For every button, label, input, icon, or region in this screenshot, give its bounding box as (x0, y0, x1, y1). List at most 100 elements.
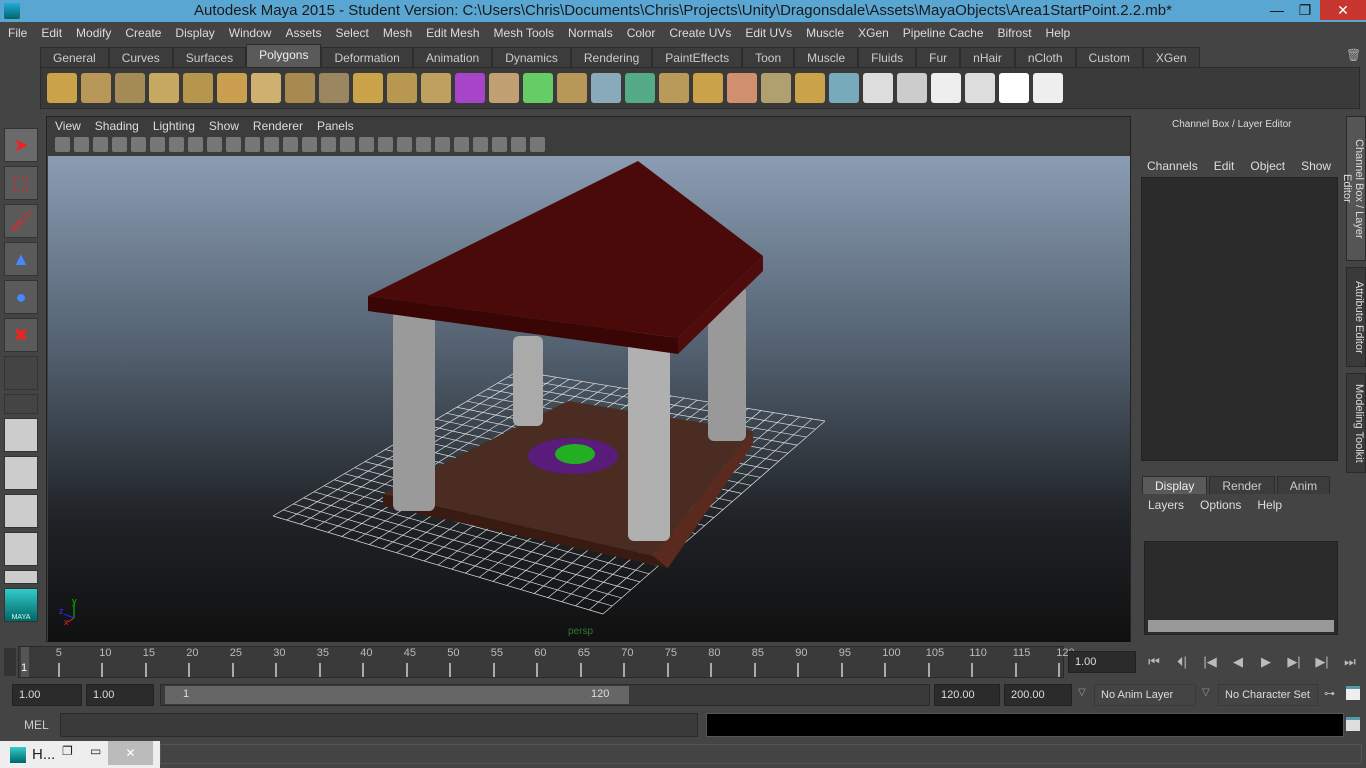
cylindrical-uv-icon[interactable] (897, 73, 927, 103)
motion-blur-icon[interactable] (435, 137, 450, 152)
minimized-window[interactable]: H... ❐ ▭ ✕ (0, 741, 160, 768)
pipe-icon[interactable] (285, 73, 315, 103)
menu-mesh[interactable]: Mesh (383, 26, 412, 40)
hypershade-layout-icon[interactable] (4, 570, 38, 584)
maya-app-icon[interactable] (4, 3, 20, 19)
wireframe-icon[interactable] (302, 137, 317, 152)
uv-checker-icon[interactable] (1033, 73, 1063, 103)
shelf-tab-fur[interactable]: Fur (916, 47, 961, 67)
shelf-tab-muscle[interactable]: Muscle (794, 47, 859, 67)
lights-icon[interactable] (378, 137, 393, 152)
go-to-end-button[interactable]: ⏭ (1340, 654, 1360, 670)
soccer-ball-icon[interactable] (319, 73, 349, 103)
menu-display[interactable]: Display (175, 26, 214, 40)
play-backwards-button[interactable]: ◀ (1228, 654, 1248, 670)
xray-joints-icon[interactable] (511, 137, 526, 152)
menu-assets[interactable]: Assets (285, 26, 321, 40)
time-slider[interactable]: 1 5 10 15 20 25 30 35 40 45 50 55 60 65 70 75 80 85 90 95 1… (18, 646, 1075, 678)
character-set-dropdown-icon[interactable]: ▽ (1202, 687, 1210, 698)
viewport-menu-panels[interactable]: Panels (317, 119, 354, 133)
shelf-tab-dynamics[interactable]: Dynamics (492, 47, 571, 67)
textured-icon[interactable] (359, 137, 374, 152)
safe-title-icon[interactable] (283, 137, 298, 152)
camera-icon[interactable] (55, 137, 70, 152)
smooth-shade-icon[interactable] (321, 137, 336, 152)
menu-edit-mesh[interactable]: Edit Mesh (426, 26, 479, 40)
channel-box-menu-show[interactable]: Show (1301, 159, 1331, 173)
step-forward-frame-button[interactable]: ▶| (1312, 654, 1332, 670)
plane-icon[interactable] (183, 73, 213, 103)
layer-tab-anim[interactable]: Anim (1276, 476, 1331, 494)
fill-hole-icon[interactable] (659, 73, 689, 103)
layer-menu-help[interactable]: Help (1257, 498, 1282, 512)
layer-menu-layers[interactable]: Layers (1148, 498, 1184, 512)
grease-pencil-icon[interactable] (131, 137, 146, 152)
animation-preferences-icon[interactable] (1346, 686, 1360, 700)
gate-mask-icon[interactable] (226, 137, 241, 152)
wireframe-on-shaded-icon[interactable] (340, 137, 355, 152)
anti-aliasing-icon[interactable] (454, 137, 469, 152)
current-time-field[interactable]: 1.00 (1068, 651, 1136, 673)
grid-icon[interactable] (169, 137, 184, 152)
side-tab-2[interactable]: Modeling Toolkit (1346, 373, 1366, 473)
four-view-layout-icon[interactable] (4, 456, 38, 490)
bridge-icon[interactable] (591, 73, 621, 103)
film-gate-icon[interactable] (188, 137, 203, 152)
channel-box-menu-object[interactable]: Object (1250, 159, 1285, 173)
start-time-field[interactable]: 1.00 (12, 684, 82, 706)
shelf-tab-deformation[interactable]: Deformation (321, 47, 413, 67)
safe-action-icon[interactable] (264, 137, 279, 152)
bevel-icon[interactable] (727, 73, 757, 103)
extract-icon[interactable] (421, 73, 451, 103)
append-polygon-icon[interactable] (625, 73, 655, 103)
3d-viewport[interactable]: y z x persp (48, 156, 1130, 642)
shelf-tab-custom[interactable]: Custom (1075, 47, 1143, 67)
close-window-button[interactable]: ✕ (108, 741, 153, 765)
smooth-proxy-icon[interactable] (455, 73, 485, 103)
shelf-tab-rendering[interactable]: Rendering (570, 47, 653, 67)
isolate-select-icon[interactable] (492, 137, 507, 152)
single-view-layout-icon[interactable] (4, 418, 38, 452)
shelf-tab-toon[interactable]: Toon (742, 47, 795, 67)
menu-muscle[interactable]: Muscle (806, 26, 844, 40)
rotate-tool-icon[interactable]: ● (4, 280, 38, 314)
outliner-layout-icon[interactable] (4, 494, 38, 528)
separate-icon[interactable] (387, 73, 417, 103)
maximize-window-button[interactable]: ▭ (90, 744, 101, 758)
menu-normals[interactable]: Normals (568, 26, 613, 40)
range-slider-bar[interactable] (165, 686, 629, 704)
viewport-menu-lighting[interactable]: Lighting (153, 119, 195, 133)
lasso-tool-icon[interactable]: ⬚ (4, 166, 38, 200)
minimize-button[interactable]: — (1262, 0, 1292, 20)
menu-pipeline-cache[interactable]: Pipeline Cache (903, 26, 984, 40)
playback-end-field[interactable]: 120.00 (934, 684, 1000, 706)
menu-mesh-tools[interactable]: Mesh Tools (494, 26, 554, 40)
anim-layer-dropdown-icon[interactable]: ▽ (1078, 687, 1086, 698)
menu-file[interactable]: File (8, 26, 27, 40)
xray-icon[interactable] (473, 137, 488, 152)
spherical-uv-icon[interactable] (931, 73, 961, 103)
menu-edit[interactable]: Edit (41, 26, 62, 40)
image-plane-icon[interactable] (112, 137, 127, 152)
character-set-field[interactable]: No Character Set (1218, 684, 1318, 706)
range-slider[interactable]: 1 120 (160, 684, 930, 706)
menu-xgen[interactable]: XGen (858, 26, 889, 40)
merge-icon[interactable] (693, 73, 723, 103)
cube-icon[interactable] (81, 73, 111, 103)
viewport-menu-view[interactable]: View (55, 119, 81, 133)
torus-icon[interactable] (217, 73, 247, 103)
close-button[interactable]: ✕ (1320, 0, 1366, 20)
bookmarks-icon[interactable] (93, 137, 108, 152)
move-tool-icon[interactable]: ▲ (4, 242, 38, 276)
side-tab-0[interactable]: Channel Box / Layer Editor (1341, 116, 1366, 261)
menu-select[interactable]: Select (335, 26, 368, 40)
timeline-drag-handle[interactable] (4, 648, 16, 676)
menu-modify[interactable]: Modify (76, 26, 111, 40)
layer-tab-render[interactable]: Render (1209, 476, 1275, 494)
poke-icon[interactable] (761, 73, 791, 103)
xray-components-icon[interactable] (530, 137, 545, 152)
script-editor-icon[interactable] (1346, 717, 1360, 731)
multi-cut-icon[interactable] (523, 73, 553, 103)
shelf-tab-polygons[interactable]: Polygons (246, 44, 322, 67)
cylinder-icon[interactable] (115, 73, 145, 103)
